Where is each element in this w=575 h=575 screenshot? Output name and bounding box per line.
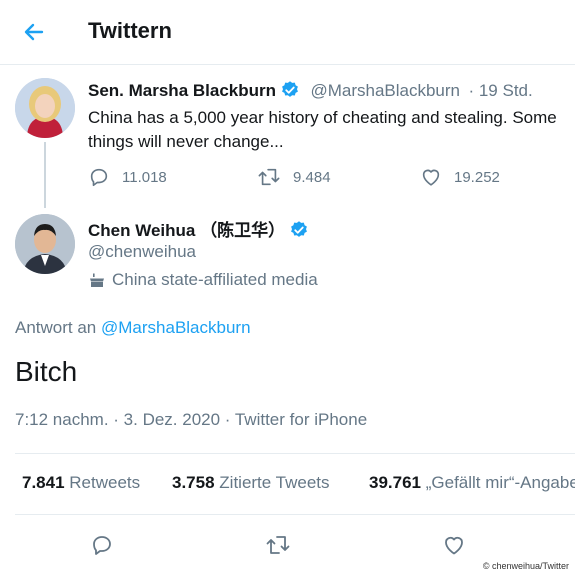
tweet1-time[interactable]: · 19 Std.	[468, 81, 532, 100]
header-divider	[0, 64, 575, 65]
stat-quotes-count: 3.758	[172, 473, 215, 492]
image-credit: © chenweihua/Twitter	[482, 561, 569, 571]
page-title: Twittern	[88, 18, 172, 43]
avatar-chen-weihua[interactable]	[15, 214, 75, 274]
stat-quotes[interactable]: 3.758 Zitierte Tweets	[172, 473, 330, 493]
reply-to-mention-link[interactable]: @MarshaBlackburn	[101, 318, 251, 337]
back-arrow-icon[interactable]	[22, 18, 46, 46]
reply-count: 11.018	[122, 168, 167, 186]
divider	[15, 453, 575, 454]
like-button[interactable]: 19.252	[420, 166, 500, 188]
stat-retweets-count: 7.841	[22, 473, 65, 492]
reply-icon	[90, 168, 108, 187]
retweet-icon	[258, 168, 280, 186]
state-media-label[interactable]: China state-affiliated media	[88, 270, 318, 290]
like-icon[interactable]	[442, 533, 466, 557]
reply-button[interactable]: 11.018	[88, 166, 167, 188]
retweet-count: 9.484	[293, 168, 331, 186]
tweet2-header: Chen Weihua （陈卫华）	[88, 216, 309, 241]
tweet1-text: China has a 5,000 year history of cheati…	[88, 108, 557, 151]
retweet-button[interactable]: 9.484	[257, 166, 331, 188]
avatar-marsha-blackburn[interactable]	[15, 78, 75, 138]
divider	[15, 514, 575, 515]
stat-likes-label: „Gefällt mir“-Angaben	[425, 473, 575, 492]
stat-likes-count: 39.761	[369, 473, 421, 492]
stat-quotes-label: Zitierte Tweets	[219, 473, 330, 492]
tweet1-handle[interactable]: @MarshaBlackburn	[310, 81, 460, 100]
tweet2-handle[interactable]: @chenweihua	[88, 242, 196, 262]
verified-badge-icon	[282, 81, 298, 97]
tweet2-text: Bitch	[15, 356, 78, 387]
reply-icon[interactable]	[90, 533, 114, 557]
thread-connector	[44, 142, 46, 208]
stat-likes[interactable]: 39.761 „Gefällt mir“-Angaben	[369, 473, 575, 493]
affiliation-text: China state-affiliated media	[112, 270, 318, 289]
tweet1-header: Sen. Marsha Blackburn @MarshaBlackburn ·…	[88, 80, 533, 101]
retweet-icon[interactable]	[265, 533, 291, 557]
stat-retweets-label: Retweets	[69, 473, 141, 492]
tweet2-author-name[interactable]: Chen Weihua （陈卫华）	[88, 221, 285, 240]
reply-to-line: Antwort an @MarshaBlackburn	[15, 318, 251, 338]
stat-retweets[interactable]: 7.841 Retweets	[22, 473, 140, 493]
tweet1-author-name[interactable]: Sen. Marsha Blackburn	[88, 81, 276, 100]
tweet2-meta[interactable]: 7:12 nachm. · 3. Dez. 2020 · Twitter for…	[15, 410, 367, 430]
state-media-icon	[90, 273, 104, 287]
reply-to-prefix: Antwort an	[15, 318, 97, 337]
like-icon	[422, 169, 440, 186]
like-count: 19.252	[454, 168, 500, 186]
verified-badge-icon	[291, 221, 308, 237]
